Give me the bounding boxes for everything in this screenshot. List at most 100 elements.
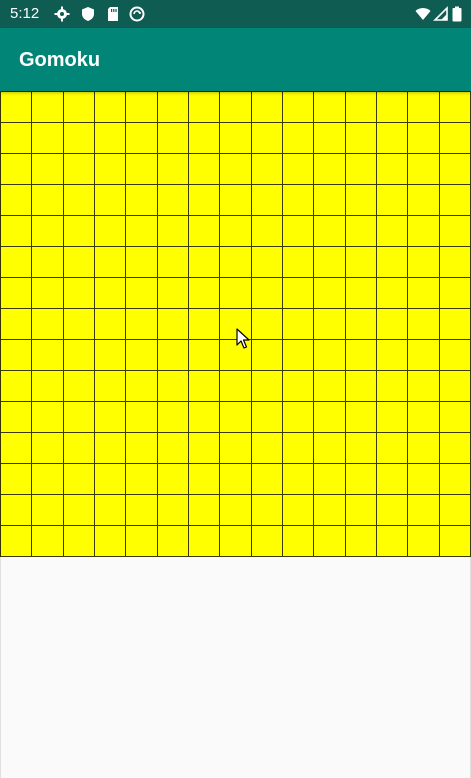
board-cell[interactable] bbox=[439, 278, 471, 309]
board-cell[interactable] bbox=[95, 216, 127, 247]
board-cell[interactable] bbox=[251, 185, 283, 216]
board-cell[interactable] bbox=[377, 526, 409, 557]
board-cell[interactable] bbox=[251, 371, 283, 402]
board-cell[interactable] bbox=[408, 247, 440, 278]
board-cell[interactable] bbox=[189, 495, 221, 526]
board-cell[interactable] bbox=[189, 216, 221, 247]
board-cell[interactable] bbox=[439, 216, 471, 247]
board-cell[interactable] bbox=[32, 154, 64, 185]
board-cell[interactable] bbox=[345, 340, 377, 371]
board-cell[interactable] bbox=[283, 495, 315, 526]
board-cell[interactable] bbox=[345, 154, 377, 185]
board-cell[interactable] bbox=[439, 402, 471, 433]
board-cell[interactable] bbox=[377, 402, 409, 433]
board-cell[interactable] bbox=[32, 433, 64, 464]
board-cell[interactable] bbox=[408, 185, 440, 216]
board-cell[interactable] bbox=[63, 402, 95, 433]
board-cell[interactable] bbox=[157, 247, 189, 278]
board-cell[interactable] bbox=[251, 495, 283, 526]
board-cell[interactable] bbox=[157, 278, 189, 309]
board-cell[interactable] bbox=[63, 526, 95, 557]
board-cell[interactable] bbox=[189, 154, 221, 185]
board-cell[interactable] bbox=[314, 371, 346, 402]
board-cell[interactable] bbox=[32, 495, 64, 526]
board-cell[interactable] bbox=[220, 92, 252, 123]
board-cell[interactable] bbox=[1, 247, 33, 278]
board-cell[interactable] bbox=[126, 92, 158, 123]
board-cell[interactable] bbox=[408, 433, 440, 464]
board-cell[interactable] bbox=[63, 92, 95, 123]
board-cell[interactable] bbox=[345, 526, 377, 557]
board-cell[interactable] bbox=[1, 185, 33, 216]
board-cell[interactable] bbox=[408, 154, 440, 185]
board-cell[interactable] bbox=[95, 185, 127, 216]
board-cell[interactable] bbox=[32, 402, 64, 433]
board-cell[interactable] bbox=[377, 464, 409, 495]
board-cell[interactable] bbox=[220, 154, 252, 185]
board-cell[interactable] bbox=[95, 495, 127, 526]
board-cell[interactable] bbox=[439, 123, 471, 154]
board-cell[interactable] bbox=[314, 526, 346, 557]
board-cell[interactable] bbox=[95, 433, 127, 464]
board-cell[interactable] bbox=[32, 92, 64, 123]
board-cell[interactable] bbox=[439, 247, 471, 278]
board-cell[interactable] bbox=[345, 247, 377, 278]
board-cell[interactable] bbox=[157, 402, 189, 433]
board-cell[interactable] bbox=[126, 216, 158, 247]
board-cell[interactable] bbox=[220, 433, 252, 464]
board-cell[interactable] bbox=[377, 340, 409, 371]
board-cell[interactable] bbox=[408, 309, 440, 340]
board-cell[interactable] bbox=[345, 92, 377, 123]
board-cell[interactable] bbox=[408, 92, 440, 123]
board-cell[interactable] bbox=[408, 371, 440, 402]
board-cell[interactable] bbox=[157, 309, 189, 340]
board-cell[interactable] bbox=[157, 526, 189, 557]
board-cell[interactable] bbox=[283, 340, 315, 371]
board-cell[interactable] bbox=[126, 433, 158, 464]
board-cell[interactable] bbox=[1, 216, 33, 247]
board-cell[interactable] bbox=[220, 402, 252, 433]
board-cell[interactable] bbox=[251, 154, 283, 185]
board-cell[interactable] bbox=[283, 278, 315, 309]
board-cell[interactable] bbox=[345, 309, 377, 340]
board-cell[interactable] bbox=[63, 278, 95, 309]
board-cell[interactable] bbox=[314, 309, 346, 340]
board-cell[interactable] bbox=[377, 247, 409, 278]
board-cell[interactable] bbox=[314, 278, 346, 309]
board-cell[interactable] bbox=[345, 123, 377, 154]
board-cell[interactable] bbox=[1, 92, 33, 123]
board-cell[interactable] bbox=[189, 278, 221, 309]
board-cell[interactable] bbox=[439, 433, 471, 464]
board-cell[interactable] bbox=[63, 123, 95, 154]
board-cell[interactable] bbox=[1, 309, 33, 340]
board-cell[interactable] bbox=[126, 526, 158, 557]
board-cell[interactable] bbox=[189, 185, 221, 216]
board-cell[interactable] bbox=[157, 154, 189, 185]
board-cell[interactable] bbox=[189, 92, 221, 123]
board-cell[interactable] bbox=[408, 464, 440, 495]
board-cell[interactable] bbox=[251, 433, 283, 464]
board-cell[interactable] bbox=[157, 185, 189, 216]
board-cell[interactable] bbox=[408, 340, 440, 371]
board-cell[interactable] bbox=[95, 278, 127, 309]
board-cell[interactable] bbox=[126, 464, 158, 495]
board-cell[interactable] bbox=[95, 309, 127, 340]
board-cell[interactable] bbox=[157, 123, 189, 154]
board-cell[interactable] bbox=[126, 495, 158, 526]
board-cell[interactable] bbox=[220, 526, 252, 557]
board-cell[interactable] bbox=[189, 309, 221, 340]
board-cell[interactable] bbox=[189, 340, 221, 371]
board-cell[interactable] bbox=[251, 278, 283, 309]
board-cell[interactable] bbox=[1, 123, 33, 154]
board-cell[interactable] bbox=[283, 247, 315, 278]
board-cell[interactable] bbox=[314, 123, 346, 154]
board-cell[interactable] bbox=[377, 371, 409, 402]
board-cell[interactable] bbox=[95, 464, 127, 495]
board-cell[interactable] bbox=[63, 340, 95, 371]
board-cell[interactable] bbox=[377, 185, 409, 216]
board-cell[interactable] bbox=[314, 433, 346, 464]
board-cell[interactable] bbox=[63, 309, 95, 340]
board-cell[interactable] bbox=[439, 309, 471, 340]
board-cell[interactable] bbox=[439, 371, 471, 402]
board-cell[interactable] bbox=[251, 92, 283, 123]
